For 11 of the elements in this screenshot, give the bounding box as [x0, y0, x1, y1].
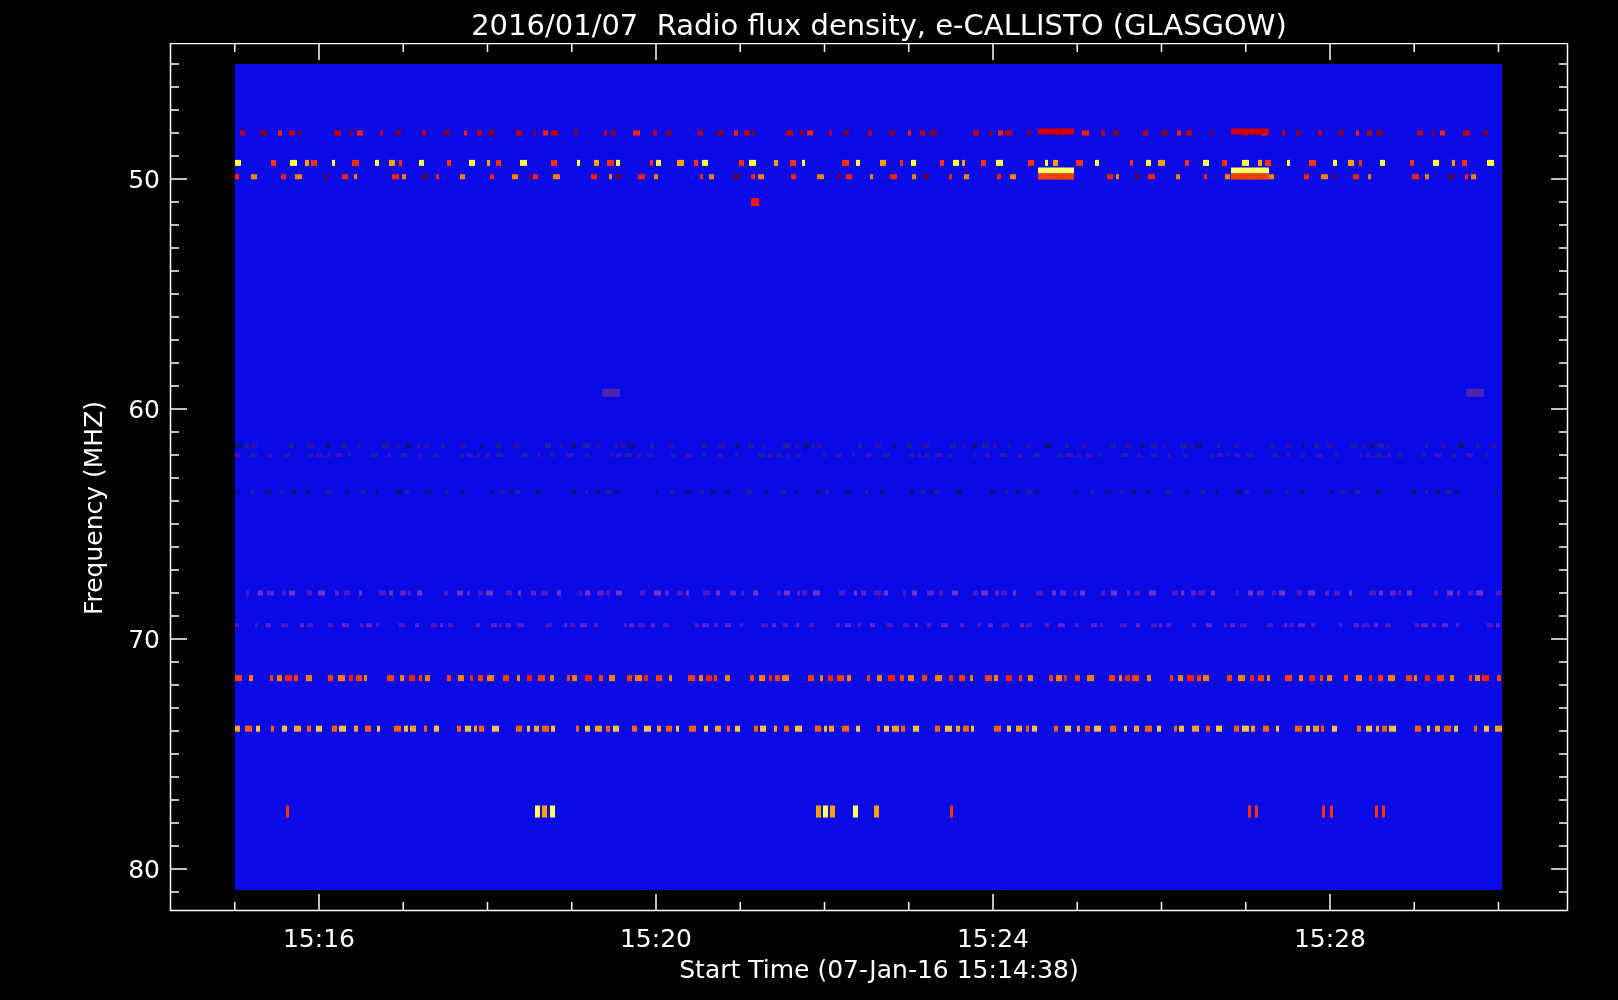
axis-tick-label: 15:16: [283, 924, 355, 953]
axis-tick-label: 80: [128, 855, 160, 884]
axis-label: Start Time (07-Jan-16 15:14:38): [679, 955, 1079, 985]
axis-label: Frequency (MHZ): [79, 400, 108, 616]
axis-tick-label: 60: [128, 395, 160, 424]
chart-title: 2016/01/07 Radio flux density, e-CALLISTO (GLASGOW): [471, 7, 1287, 43]
axis-tick-label: 70: [128, 625, 160, 654]
axis-tick-label: 15:24: [957, 924, 1029, 953]
axis-tick-label: 15:28: [1294, 924, 1366, 953]
axis-tick-label: 50: [128, 165, 160, 194]
axis-tick-label: 15:20: [620, 924, 692, 953]
